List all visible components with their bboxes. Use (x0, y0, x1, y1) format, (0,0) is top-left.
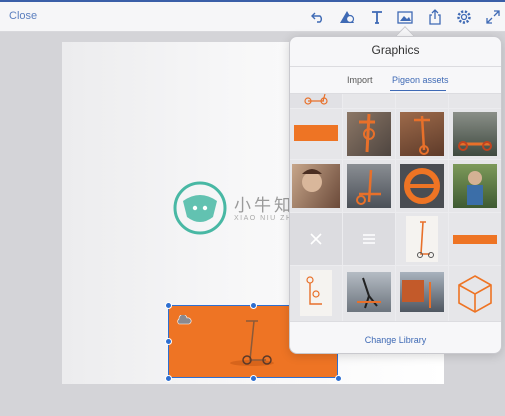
asset-thumbnail[interactable] (449, 94, 501, 108)
image-icon[interactable] (396, 8, 414, 26)
asset-thumbnail[interactable] (449, 109, 501, 159)
close-icon (310, 233, 322, 245)
share-icon[interactable] (426, 8, 444, 26)
menu-icon (363, 234, 375, 244)
resize-handle-bottom[interactable] (250, 375, 257, 382)
asset-thumbnail[interactable] (449, 213, 501, 265)
fullscreen-icon[interactable] (484, 8, 502, 26)
asset-thumbnail[interactable] (449, 160, 501, 212)
asset-thumbnail[interactable] (343, 160, 395, 212)
divider (290, 66, 501, 67)
top-toolbar: Close (0, 0, 505, 32)
asset-thumbnail[interactable] (290, 109, 342, 159)
asset-thumbnail-placeholder[interactable] (290, 213, 342, 265)
close-button[interactable]: Close (9, 10, 37, 22)
shape-icon[interactable] (338, 8, 356, 26)
asset-thumbnail[interactable] (343, 94, 395, 108)
asset-thumbnail[interactable] (396, 109, 448, 159)
text-icon[interactable] (368, 8, 386, 26)
asset-grid (290, 94, 501, 321)
divider (290, 321, 501, 322)
undo-icon[interactable] (309, 8, 327, 26)
graphics-popover: Graphics Import Pigeon assets Change Lib… (289, 36, 502, 354)
resize-handle-top[interactable] (250, 302, 257, 309)
asset-thumbnail[interactable] (343, 266, 395, 321)
asset-thumbnail[interactable] (396, 266, 448, 321)
asset-thumbnail[interactable] (343, 109, 395, 159)
resize-handle-top-left[interactable] (165, 302, 172, 309)
settings-icon[interactable] (455, 8, 473, 26)
asset-thumbnail-placeholder[interactable] (343, 213, 395, 265)
asset-thumbnail[interactable] (396, 94, 448, 108)
asset-thumbnail[interactable] (396, 160, 448, 212)
asset-thumbnail[interactable] (290, 160, 342, 212)
resize-handle-bottom-right[interactable] (335, 375, 342, 382)
asset-thumbnail[interactable] (449, 266, 501, 321)
watermark-logo-icon (173, 181, 227, 240)
asset-thumbnail[interactable] (396, 213, 448, 265)
resize-handle-bottom-left[interactable] (165, 375, 172, 382)
tab-pigeon-assets[interactable]: Pigeon assets (392, 75, 449, 85)
popover-title: Graphics (371, 43, 420, 57)
resize-handle-left[interactable] (165, 338, 172, 345)
tab-import[interactable]: Import (347, 75, 373, 85)
change-library-link[interactable]: Change Library (290, 335, 501, 345)
tab-selected-indicator (390, 90, 446, 91)
asset-thumbnail[interactable] (290, 94, 342, 108)
asset-thumbnail[interactable] (290, 266, 342, 321)
